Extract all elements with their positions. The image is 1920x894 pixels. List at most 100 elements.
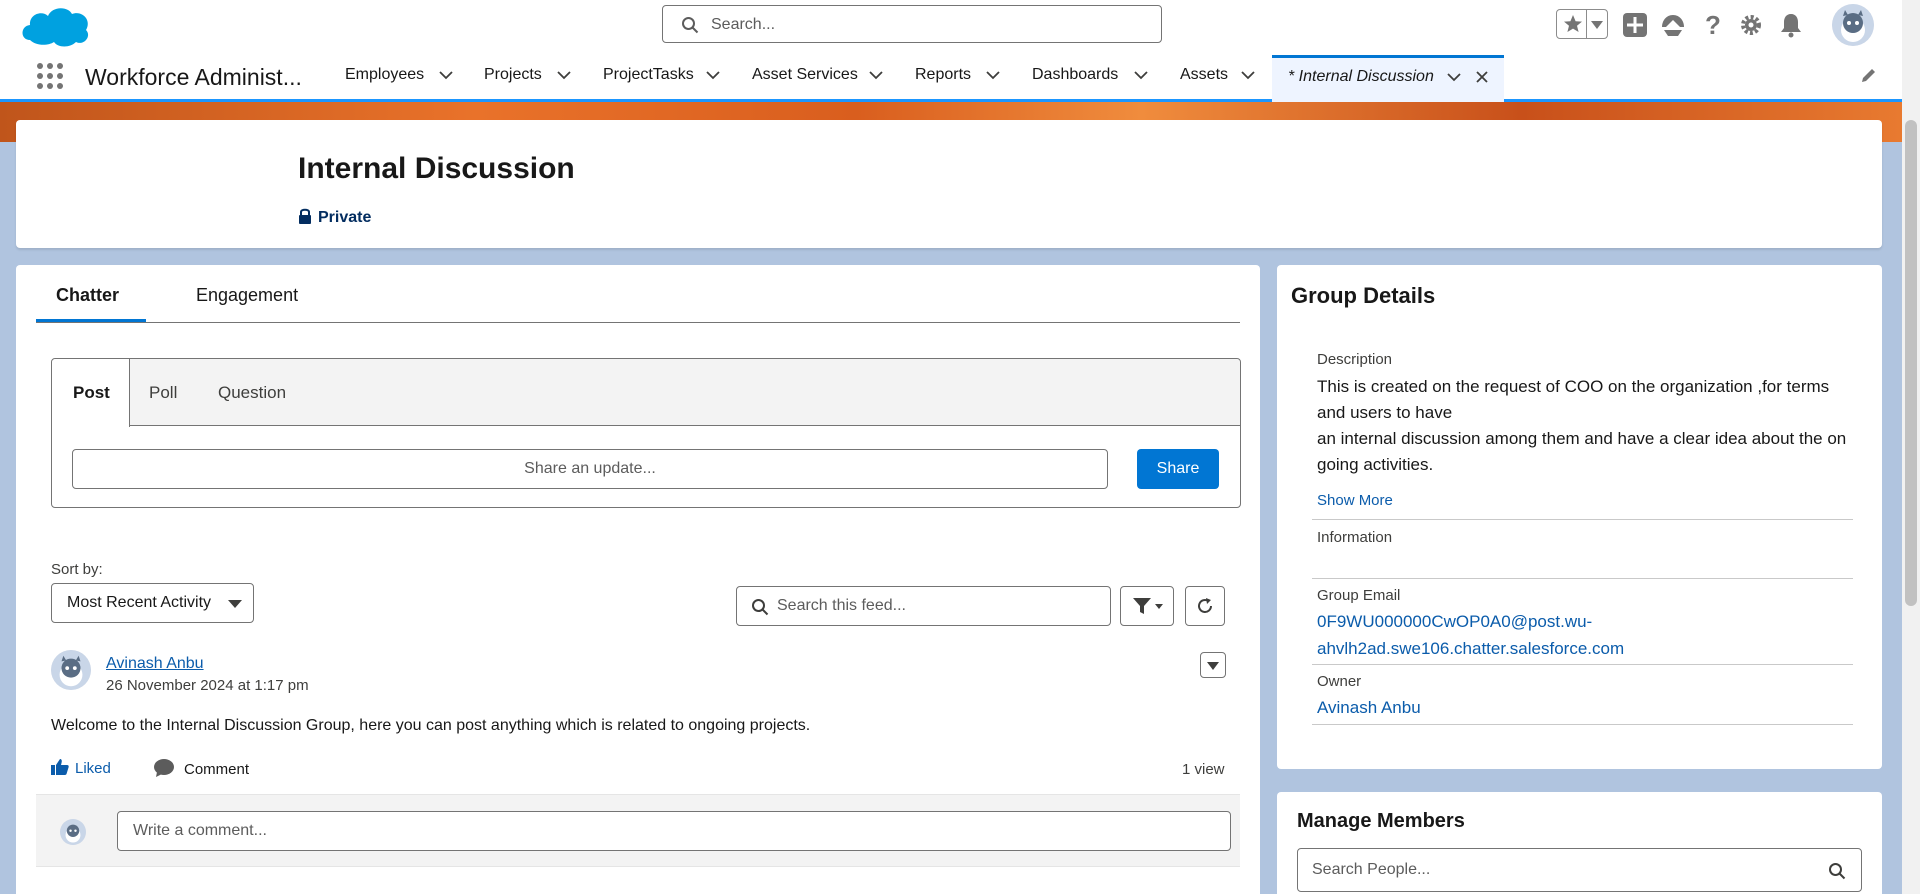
nav-item-projecttasks[interactable]: ProjectTasks [603,66,694,84]
group-email-label: Group Email [1317,587,1401,604]
chevron-down-icon[interactable] [986,70,1000,80]
favorites-button[interactable] [1556,9,1608,39]
publisher-tab-poll[interactable]: Poll [149,383,177,403]
global-header: Search... ? [0,0,1902,48]
tab-internal-discussion[interactable]: * Internal Discussion [1272,55,1504,102]
description-line-1: This is created on the request of COO on… [1317,377,1830,422]
show-more-link[interactable]: Show More [1317,492,1393,510]
feed-card: Chatter Engagement Post Poll Question Sh… [16,265,1260,894]
lock-icon [299,208,311,224]
chevron-down-icon[interactable] [706,70,720,80]
post-body: Welcome to the Internal Discussion Group… [51,717,811,734]
scrollbar-thumb[interactable] [1905,120,1917,606]
comment-composer: Write a comment... [36,794,1240,867]
nav-item-reports[interactable]: Reports [915,66,971,84]
post-timestamp[interactable]: 26 November 2024 at 1:17 pm [106,677,309,694]
people-search-input[interactable]: Search People... [1297,848,1862,892]
gear-icon[interactable] [1738,12,1764,38]
share-update-input[interactable]: Share an update... [72,449,1108,489]
chevron-down-icon [1155,604,1163,609]
nav-item-projects[interactable]: Projects [484,66,542,84]
search-icon [752,599,769,616]
publisher-tabs: Post Poll Question [52,359,1240,427]
filter-icon [1133,598,1151,614]
astro-avatar-icon [51,650,91,690]
chevron-down-icon[interactable] [439,70,453,80]
chevron-down-icon[interactable] [1134,70,1148,80]
people-search-placeholder: Search People... [1312,861,1431,878]
comment-placeholder: Write a comment... [133,822,267,839]
group-details-title: Group Details [1291,283,1436,308]
refresh-button[interactable] [1185,586,1225,626]
tab-engagement[interactable]: Engagement [196,285,298,306]
divider [1312,578,1853,579]
salesforce-logo[interactable] [20,0,92,48]
sort-value: Most Recent Activity [67,594,212,611]
trailhead-icon[interactable] [1660,12,1686,38]
chevron-down-icon [228,600,242,608]
global-search-input[interactable]: Search... [662,5,1162,43]
chevron-down-icon [1591,21,1603,29]
manage-members-card: Manage Members Search People... [1277,792,1882,894]
close-icon[interactable] [1475,70,1489,84]
global-actions-icon[interactable] [1622,12,1648,38]
page-title: Internal Discussion [298,152,575,185]
tab-chatter[interactable]: Chatter [56,285,119,306]
thumbs-up-icon [51,759,69,775]
edit-nav-pencil-icon[interactable] [1860,66,1878,84]
manage-members-title: Manage Members [1297,810,1465,832]
divider [1312,519,1853,520]
group-details-card: Group Details Description This is create… [1277,265,1882,769]
divider [1312,724,1853,725]
group-email-line-1[interactable]: 0F9WU000000CwOP0A0@post.wu- [1317,608,1592,635]
nav-item-asset-services[interactable]: Asset Services [752,66,858,84]
share-button[interactable]: Share [1137,449,1219,489]
user-avatar[interactable] [1832,4,1874,46]
group-email-line-2[interactable]: ahvlh2ad.swe106.chatter.salesforce.com [1317,635,1624,662]
app-name: Workforce Administ... [85,64,302,90]
comment-input[interactable]: Write a comment... [117,811,1231,851]
visibility-badge: Private [298,208,371,227]
post-author-avatar[interactable] [51,650,91,690]
comment-button[interactable]: Comment [154,759,249,778]
page-scrollbar[interactable] [1902,0,1920,894]
visibility-label: Private [318,209,372,226]
owner-link[interactable]: Avinash Anbu [1317,694,1421,721]
sort-label: Sort by: [51,561,103,578]
divider [1312,664,1853,665]
publisher-tab-post[interactable]: Post [73,383,110,403]
tab-internal-discussion-label: * Internal Discussion [1288,68,1434,85]
filter-button[interactable] [1120,586,1174,626]
help-icon[interactable]: ? [1700,12,1726,38]
current-user-avatar [60,819,86,845]
description-label: Description [1317,351,1393,368]
owner-label: Owner [1317,673,1362,690]
chevron-down-icon [1207,662,1219,670]
astro-avatar-icon [1832,4,1874,46]
search-icon [1829,863,1846,880]
feed-search-placeholder: Search this feed... [777,597,906,614]
astro-avatar-icon [60,819,86,845]
refresh-icon [1198,598,1212,613]
post-actions-menu[interactable] [1200,652,1226,678]
post-author-link[interactable]: Avinash Anbu [106,655,204,673]
comment-icon [154,759,174,777]
app-launcher-icon[interactable] [36,62,64,90]
information-label: Information [1317,529,1393,546]
nav-item-dashboards[interactable]: Dashboards [1032,66,1118,84]
comment-label: Comment [184,761,250,778]
nav-item-employees[interactable]: Employees [345,66,424,84]
group-header-card: Internal Discussion Private [16,120,1882,248]
notification-bell-icon[interactable] [1778,12,1804,38]
chevron-down-icon[interactable] [1241,70,1255,80]
chevron-down-icon[interactable] [1447,72,1461,82]
publisher-tab-question[interactable]: Question [218,383,286,403]
feed-search-input[interactable]: Search this feed... [736,586,1111,626]
active-tab-indicator [36,319,146,322]
like-button[interactable]: Liked [51,759,111,777]
star-icon [1564,15,1582,32]
chevron-down-icon[interactable] [869,70,883,80]
nav-item-assets[interactable]: Assets [1180,66,1228,84]
sort-select[interactable]: Most Recent Activity [51,583,254,623]
chevron-down-icon[interactable] [557,70,571,80]
